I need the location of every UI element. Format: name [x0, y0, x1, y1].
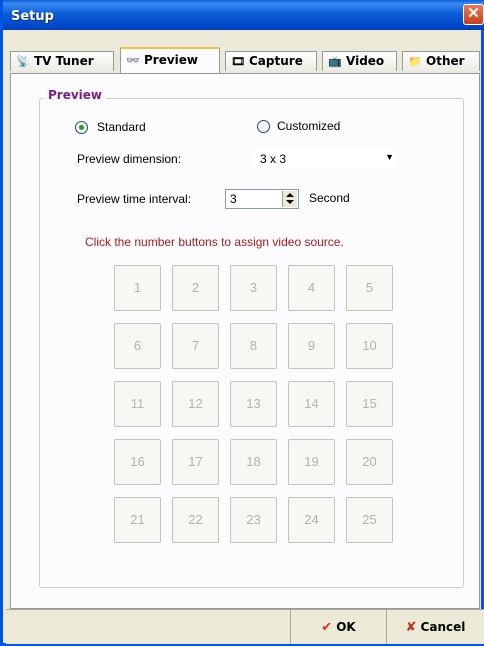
interval-value[interactable]: 3: [230, 192, 237, 206]
source-number-button[interactable]: 8: [230, 323, 277, 369]
source-number-button[interactable]: 21: [114, 497, 161, 543]
standard-radio[interactable]: [75, 121, 88, 134]
tab-label: Video: [346, 54, 385, 68]
tab-preview[interactable]: 👓 Preview: [120, 47, 220, 73]
interval-unit-label: Second: [309, 191, 350, 205]
source-number-button[interactable]: 7: [172, 323, 219, 369]
source-number-button[interactable]: 12: [172, 381, 219, 427]
source-number-button[interactable]: 11: [114, 381, 161, 427]
source-number-button[interactable]: 6: [114, 323, 161, 369]
preview-interval-label: Preview time interval:: [77, 192, 192, 206]
standard-label[interactable]: Standard: [97, 120, 146, 134]
source-number-button[interactable]: 10: [346, 323, 393, 369]
preview-interval-stepper[interactable]: 3: [225, 189, 299, 209]
check-icon: ✔: [321, 620, 333, 635]
setup-window: Setup ✕ 📡 TV Tuner 👓 Preview 🎞 Capture 📺 Vid…: [0, 0, 484, 646]
preview-dimension-label: Preview dimension:: [77, 152, 182, 166]
customized-radio[interactable]: [257, 120, 270, 133]
tab-label: Capture: [249, 54, 303, 68]
customized-label[interactable]: Customized: [277, 119, 340, 133]
source-number-button[interactable]: 20: [346, 439, 393, 485]
other-icon: 📁: [408, 55, 422, 68]
video-icon: 📺: [328, 55, 342, 68]
source-number-button[interactable]: 24: [288, 497, 335, 543]
source-number-button[interactable]: 22: [172, 497, 219, 543]
tab-strip: 📡 TV Tuner 👓 Preview 🎞 Capture 📺 Video 📁 Othe…: [6, 47, 484, 75]
source-number-button[interactable]: 15: [346, 381, 393, 427]
tab-label: TV Tuner: [34, 54, 94, 68]
source-number-button[interactable]: 25: [346, 497, 393, 543]
source-number-button[interactable]: 19: [288, 439, 335, 485]
stepper-buttons[interactable]: [282, 191, 297, 207]
stepper-down-icon[interactable]: [286, 200, 294, 204]
preview-dimension-select[interactable]: 3 x 3 ▼: [254, 149, 396, 169]
stepper-up-icon[interactable]: [286, 193, 294, 197]
source-number-button[interactable]: 13: [230, 381, 277, 427]
close-icon[interactable]: ✕: [463, 4, 484, 25]
tab-label: Other: [426, 54, 465, 68]
window-title: Setup: [11, 9, 54, 24]
x-icon: ✘: [405, 620, 417, 635]
source-number-button[interactable]: 23: [230, 497, 277, 543]
title-bar[interactable]: Setup ✕: [3, 0, 484, 30]
source-number-button[interactable]: 17: [172, 439, 219, 485]
source-number-button[interactable]: 3: [230, 265, 277, 311]
source-number-button[interactable]: 14: [288, 381, 335, 427]
tv-tuner-icon: 📡: [16, 55, 30, 68]
tab-other[interactable]: 📁 Other: [402, 51, 480, 71]
ok-button[interactable]: ✔ OK: [290, 610, 386, 644]
ok-label: OK: [336, 620, 356, 634]
source-number-button[interactable]: 18: [230, 439, 277, 485]
source-number-button[interactable]: 1: [114, 265, 161, 311]
source-number-button[interactable]: 5: [346, 265, 393, 311]
source-number-button[interactable]: 16: [114, 439, 161, 485]
assign-source-hint: Click the number buttons to assign video…: [85, 235, 344, 249]
source-number-button[interactable]: 4: [288, 265, 335, 311]
dimension-value: 3 x 3: [260, 152, 287, 166]
cancel-button[interactable]: ✘ Cancel: [386, 610, 484, 644]
tab-capture[interactable]: 🎞 Capture: [225, 51, 317, 71]
glasses-icon: 👓: [126, 54, 140, 67]
tab-label: Preview: [144, 53, 199, 67]
source-number-button[interactable]: 9: [288, 323, 335, 369]
capture-icon: 🎞: [231, 55, 245, 68]
cancel-label: Cancel: [420, 620, 466, 634]
radio-selected-dot: [79, 125, 84, 130]
preview-group-label: Preview: [44, 88, 107, 102]
source-number-button[interactable]: 2: [172, 265, 219, 311]
dialog-footer: ✔ OK ✘ Cancel: [6, 609, 484, 644]
chevron-down-icon[interactable]: ▼: [385, 152, 394, 162]
tab-video[interactable]: 📺 Video: [322, 51, 397, 71]
preview-tab-page: Preview Standard Customized Preview dime…: [10, 73, 480, 609]
tab-tv-tuner[interactable]: 📡 TV Tuner: [10, 51, 114, 71]
